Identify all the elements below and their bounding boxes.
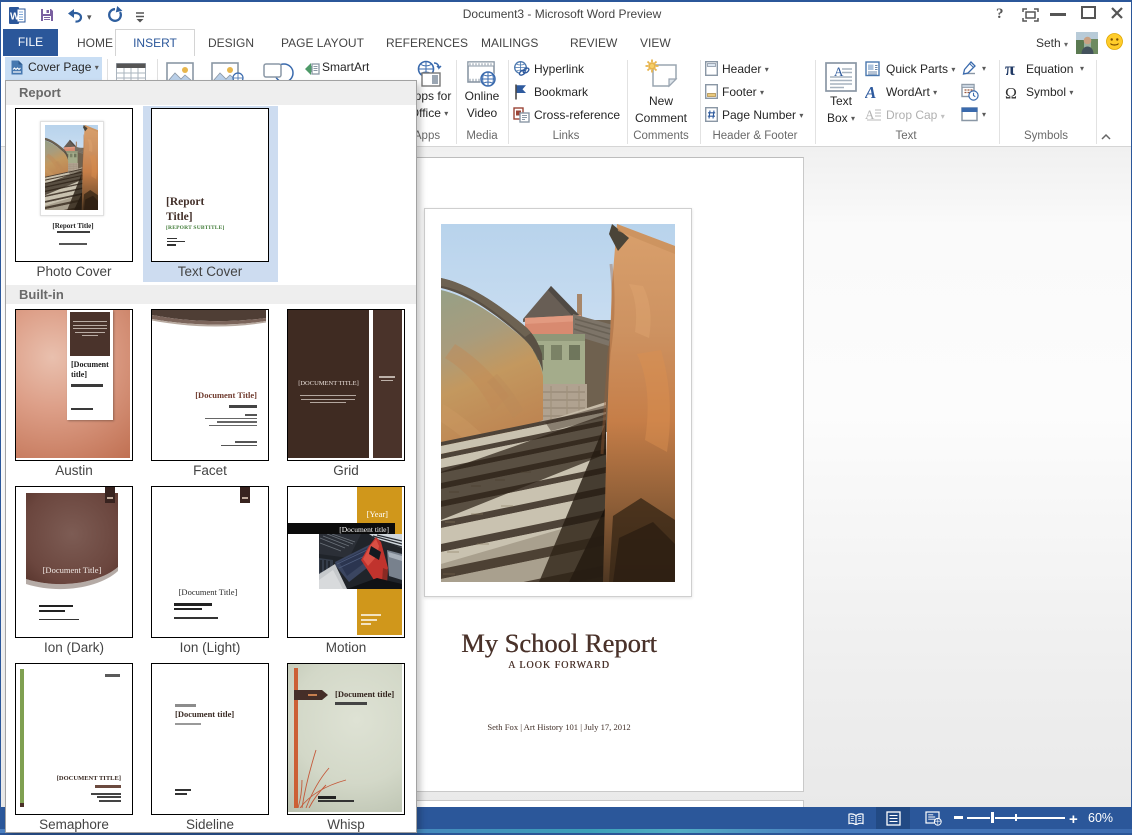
svg-text:π: π <box>1005 61 1015 78</box>
svg-text:A: A <box>865 84 876 100</box>
svg-text:Ω: Ω <box>1005 86 1017 102</box>
